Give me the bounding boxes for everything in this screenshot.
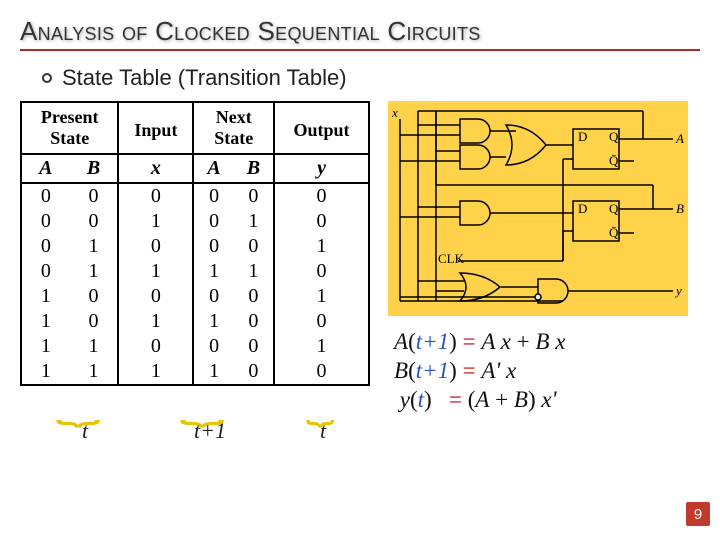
table-wrap: Present Input Next Output State State A … (20, 101, 370, 444)
table-row: 101100 (21, 309, 369, 334)
slide-title: Analysis of Clocked Sequential Circuits (20, 16, 700, 51)
circ-Q: Q (609, 129, 619, 144)
content-area: Present Input Next Output State State A … (20, 101, 700, 444)
col-A: A (21, 154, 70, 183)
table-row: 111100 (21, 359, 369, 385)
title-text: Analysis of Clocked Sequential Circuits (20, 16, 481, 46)
right-pane: x D Q Q̄ A D Q Q̄ B CLK y A(t+1) = A x +… (388, 101, 700, 414)
circ-CLK: CLK (438, 251, 465, 266)
brace-label: t (82, 418, 88, 444)
circ-Q2: Q (609, 201, 619, 216)
circ-Qb2: Q̄ (609, 225, 619, 240)
circ-y: y (674, 283, 682, 298)
col-B: B (70, 154, 119, 183)
hdr-input: Input (118, 102, 193, 154)
circuit-diagram: x D Q Q̄ A D Q Q̄ B CLK y (388, 101, 688, 316)
bullet-row: State Table (Transition Table) (42, 65, 700, 91)
circ-Qb: Q̄ (609, 153, 619, 168)
table-row: 110001 (21, 334, 369, 359)
circ-D: D (578, 129, 587, 144)
state-table: Present Input Next Output State State A … (20, 101, 370, 386)
brace-icon: ⏟ (56, 388, 101, 426)
col-A2: A (193, 154, 233, 183)
hdr-present: Present (21, 102, 118, 128)
brace-label: t+1 (194, 418, 226, 444)
eq-y: y(t) = (A + B) x' (394, 386, 700, 415)
braces-row: ⏟ t ⏟ t+1 ⏟ t (20, 388, 370, 444)
hdr-next: Next (193, 102, 274, 128)
eq-A: A(t+1) = A x + B x (394, 328, 700, 357)
circ-A: A (675, 131, 684, 146)
col-B2: B (234, 154, 274, 183)
page-number: 9 (686, 502, 710, 526)
bullet-icon (42, 73, 52, 83)
circ-D2: D (578, 201, 587, 216)
circ-x: x (391, 105, 398, 120)
table-row: 011110 (21, 259, 369, 284)
circ-B: B (676, 201, 684, 216)
table-row: 100001 (21, 284, 369, 309)
brace-label: t (320, 418, 326, 444)
table-row: 010001 (21, 234, 369, 259)
col-y: y (274, 154, 369, 183)
table-row: 000000 (21, 183, 369, 209)
hdr-next2: State (193, 128, 274, 154)
table-body: 000000 001010 010001 011110 100001 10110… (21, 183, 369, 385)
hdr-present2: State (21, 128, 118, 154)
col-x: x (118, 154, 193, 183)
equations: A(t+1) = A x + B x B(t+1) = A' x y(t) = … (394, 328, 700, 414)
hdr-output: Output (274, 102, 369, 154)
table-row: 001010 (21, 209, 369, 234)
eq-B: B(t+1) = A' x (394, 357, 700, 386)
subtitle: State Table (Transition Table) (62, 65, 347, 91)
